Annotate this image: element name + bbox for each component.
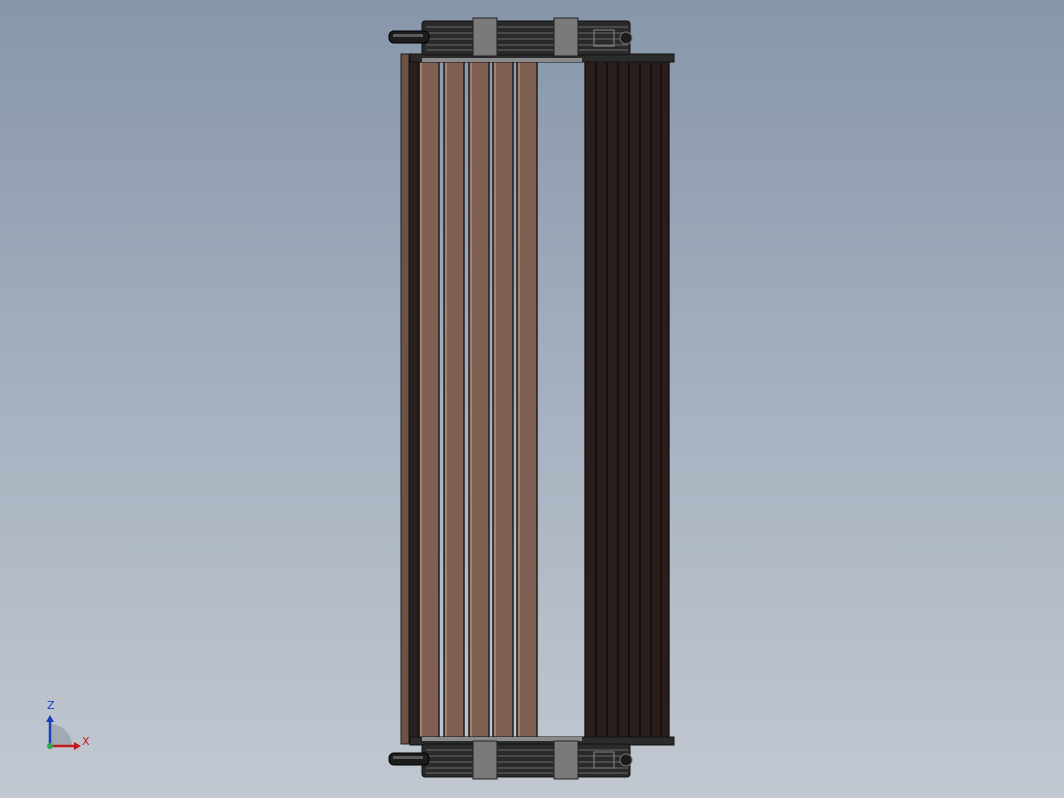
- triad-quadrant: [50, 724, 72, 746]
- bottom-clip-left: [472, 740, 498, 780]
- dark-slat: [584, 59, 597, 739]
- dark-slat: [628, 59, 641, 739]
- x-axis-label: X: [82, 735, 90, 748]
- top-clip-right: [553, 17, 579, 57]
- dark-slat: [617, 59, 630, 739]
- dark-slat: [650, 59, 663, 739]
- x-axis-arrow: [74, 742, 81, 750]
- wood-slats: [418, 59, 538, 739]
- dark-slat: [639, 59, 652, 739]
- dark-slat: [660, 59, 670, 739]
- wood-slat-edge: [445, 61, 447, 737]
- top-clip-left: [472, 17, 498, 57]
- wood-slat-edge: [470, 61, 472, 737]
- bottom-clip-right: [553, 740, 579, 780]
- wood-slat-edge: [494, 61, 496, 737]
- top-roller-assembly: [388, 17, 633, 57]
- dark-slat: [595, 59, 608, 739]
- left-edge-slat: [400, 53, 410, 745]
- dark-slats: [584, 59, 670, 739]
- bottom-roller-assembly: [388, 740, 633, 780]
- left-edge-slat-dark: [408, 57, 419, 743]
- z-axis-label: Z: [47, 699, 55, 712]
- wood-slat-edge: [420, 61, 422, 737]
- z-axis-arrow: [46, 715, 54, 722]
- wood-slat-edge: [518, 61, 520, 737]
- triad-origin: [47, 743, 53, 749]
- graphics-viewport[interactable]: Z X: [0, 0, 1064, 798]
- top-frame-inner: [422, 58, 582, 62]
- bottom-frame-inner: [422, 737, 582, 741]
- dark-slat: [606, 59, 619, 739]
- model-view[interactable]: [0, 0, 1064, 798]
